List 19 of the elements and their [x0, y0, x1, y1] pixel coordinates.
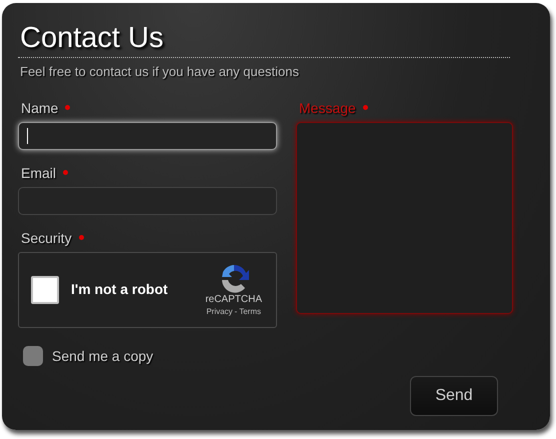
privacy-link[interactable]: Privacy: [206, 306, 233, 318]
text-cursor: [27, 128, 28, 144]
send-button[interactable]: Send: [410, 376, 498, 416]
captcha-checkbox[interactable]: [31, 276, 59, 304]
copy-label: Send me a copy: [52, 346, 154, 366]
captcha-brand: reCAPTCHA: [205, 294, 262, 306]
subtitle: Feel free to contact us if you have any questions: [19, 63, 300, 81]
field-label: Email: [21, 166, 56, 180]
page-title: Contact Us: [19, 21, 164, 55]
captcha-label: I'm not a robot: [71, 280, 168, 299]
text-field[interactable]: [18, 122, 277, 150]
field-label: Security: [21, 230, 72, 244]
link-separator: -: [234, 306, 238, 318]
message-field[interactable]: [296, 122, 513, 314]
copy-checkbox[interactable]: [23, 346, 43, 366]
field-label: Message: [299, 100, 356, 114]
text-field[interactable]: [18, 186, 277, 214]
field-label: Name: [21, 100, 58, 114]
terms-link[interactable]: Terms: [239, 306, 261, 318]
